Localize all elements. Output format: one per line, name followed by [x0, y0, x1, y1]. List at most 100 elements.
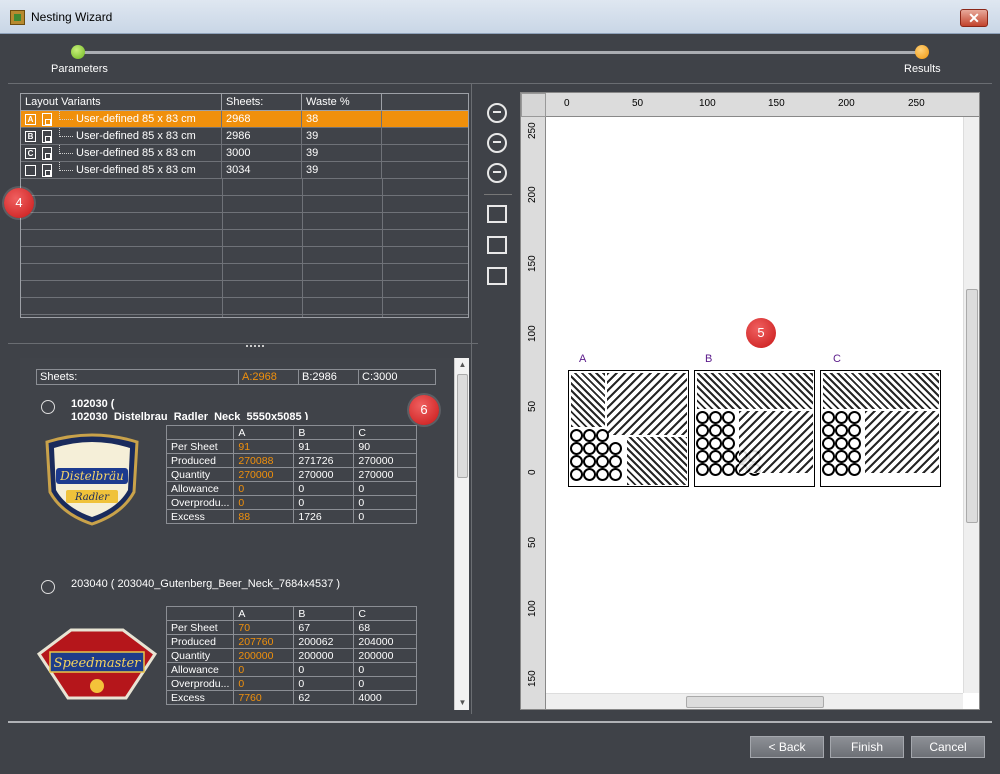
results-scrollbar[interactable]: ▲ ▼	[454, 358, 469, 710]
table-row: Allowance 0 0 0	[165, 662, 417, 677]
results-panel: Sheets: A:2968 B:2986 C:3000 102030 ( 10…	[20, 358, 469, 710]
title-bar: Nesting Wizard ✕	[0, 0, 1000, 34]
ruler-tick-label: 50	[527, 400, 538, 412]
scroll-thumb[interactable]	[686, 696, 824, 708]
job-radio[interactable]	[41, 400, 55, 414]
table-row: Quantity 270000 270000 270000	[165, 467, 417, 482]
sheets-b: B:2986	[299, 370, 359, 384]
toolbar-divider	[484, 194, 512, 195]
horizontal-splitter[interactable]	[8, 343, 478, 350]
footer-divider	[8, 721, 992, 723]
job-radio[interactable]	[41, 580, 55, 594]
view-toolbar	[484, 98, 512, 298]
table-row[interactable]: C User-defined 85 x 83 cm 3000 39	[21, 145, 468, 162]
ruler-toggle-icon[interactable]	[484, 232, 510, 258]
variant-checkbox[interactable]: B	[25, 131, 36, 142]
variant-sheets: 2968	[222, 111, 302, 128]
callout-badge-4: 4	[4, 188, 34, 218]
table-row: Produced 207760 200062 204000	[165, 634, 417, 649]
variant-waste: 38	[302, 111, 382, 128]
nested-sheet-a[interactable]	[568, 370, 689, 487]
col-sheets[interactable]: Sheets:	[222, 94, 302, 111]
nested-sheet-b[interactable]	[694, 370, 815, 487]
empty-row	[21, 281, 468, 298]
app-icon	[10, 10, 25, 25]
scroll-thumb[interactable]	[966, 289, 978, 523]
canvas-horizontal-scrollbar[interactable]	[546, 693, 963, 709]
ruler-tick-label: 100	[699, 98, 716, 109]
fit-sheet-icon[interactable]	[484, 201, 510, 227]
document-icon	[42, 130, 52, 143]
zoom-fit-icon[interactable]	[484, 130, 510, 156]
finish-button[interactable]: Finish	[830, 736, 904, 758]
job-quantities-table: ABC Per Sheet 91 91 90 Produced 270088 271726…	[165, 425, 417, 524]
sheet-area[interactable]: A B C	[546, 117, 963, 693]
window-title: Nesting Wizard	[31, 10, 113, 24]
wizard-progress-line	[80, 51, 918, 54]
empty-row	[21, 230, 468, 247]
cancel-button[interactable]: Cancel	[911, 736, 985, 758]
step-results-indicator	[915, 45, 929, 59]
table-row: Allowance 0 0 0	[165, 481, 417, 496]
job-title: 203040 ( 203040_Gutenberg_Beer_Neck_7684…	[71, 578, 341, 590]
sheets-summary-bar: Sheets: A:2968 B:2986 C:3000	[36, 369, 436, 385]
step-parameters-label: Parameters	[51, 63, 108, 75]
empty-row	[21, 247, 468, 264]
vertical-splitter[interactable]	[471, 84, 478, 714]
empty-row	[21, 179, 468, 196]
canvas-vertical-scrollbar[interactable]	[963, 117, 979, 693]
ruler-tick-label: 0	[527, 469, 538, 475]
label-radler-text: Radler	[74, 492, 110, 503]
col-layout-variants[interactable]: Layout Variants	[21, 94, 222, 111]
back-button[interactable]: < Back	[750, 736, 824, 758]
nested-sheet-c[interactable]	[820, 370, 941, 487]
variant-checkbox[interactable]	[25, 165, 36, 176]
table-row: Excess 7760 62 4000	[165, 690, 417, 705]
label-distelbrau-text: Distelbräu	[59, 469, 124, 483]
table-row[interactable]: User-defined 85 x 83 cm 3034 39	[21, 162, 468, 179]
sheet-label: B	[705, 353, 713, 365]
ruler-tick-label: 200	[527, 186, 538, 203]
col-empty	[382, 94, 469, 111]
variant-checkbox[interactable]: C	[25, 148, 36, 159]
ruler-tick-label: 100	[527, 600, 538, 617]
scroll-thumb[interactable]	[457, 374, 468, 478]
nesting-preview-canvas[interactable]: 0 50 100 150 200 250 250 200 150 100 50 …	[520, 92, 980, 710]
ruler-tick-label: 0	[564, 98, 570, 109]
variant-sheets: 3034	[222, 162, 302, 179]
table-row: Overprodu... 0 0 0	[165, 495, 417, 510]
layout-variants-table: Layout Variants Sheets: Waste % A User-d…	[20, 93, 469, 318]
zoom-out-icon[interactable]	[484, 160, 510, 186]
label-speedmaster-text: Speedmaster	[54, 656, 142, 671]
table-row: ABC	[165, 425, 417, 440]
table-row[interactable]: A User-defined 85 x 83 cm 2968 38	[21, 111, 468, 128]
table-header: Layout Variants Sheets: Waste %	[21, 94, 468, 111]
tree-connector	[59, 145, 73, 154]
table-row[interactable]: B User-defined 85 x 83 cm 2986 39	[21, 128, 468, 145]
document-icon	[42, 147, 52, 160]
variant-checkbox[interactable]: A	[25, 114, 36, 125]
scroll-down-icon[interactable]: ▼	[455, 696, 470, 710]
table-row: ABC	[165, 606, 417, 621]
empty-row	[21, 298, 468, 315]
table-row: Produced 270088 271726 270000	[165, 453, 417, 468]
close-button[interactable]: ✕	[960, 9, 988, 27]
ruler-tick-label: 250	[527, 122, 538, 139]
sheet-label: C	[833, 353, 841, 365]
ruler-tick-label: 50	[527, 536, 538, 548]
col-waste[interactable]: Waste %	[302, 94, 382, 111]
document-icon	[42, 113, 52, 126]
job-title: 102030 (	[71, 398, 115, 410]
scroll-up-icon[interactable]: ▲	[455, 358, 470, 372]
document-icon	[42, 164, 52, 177]
step-parameters-indicator	[71, 45, 85, 59]
tree-connector	[59, 111, 73, 120]
sheets-a: A:2968	[239, 370, 299, 384]
show-images-icon[interactable]	[484, 263, 510, 289]
zoom-in-icon[interactable]	[484, 100, 510, 126]
variant-waste: 39	[302, 145, 382, 162]
callout-badge-6: 6	[409, 395, 439, 425]
col-line	[382, 179, 383, 317]
col-line	[222, 179, 223, 317]
ruler-tick-label: 50	[632, 98, 644, 109]
